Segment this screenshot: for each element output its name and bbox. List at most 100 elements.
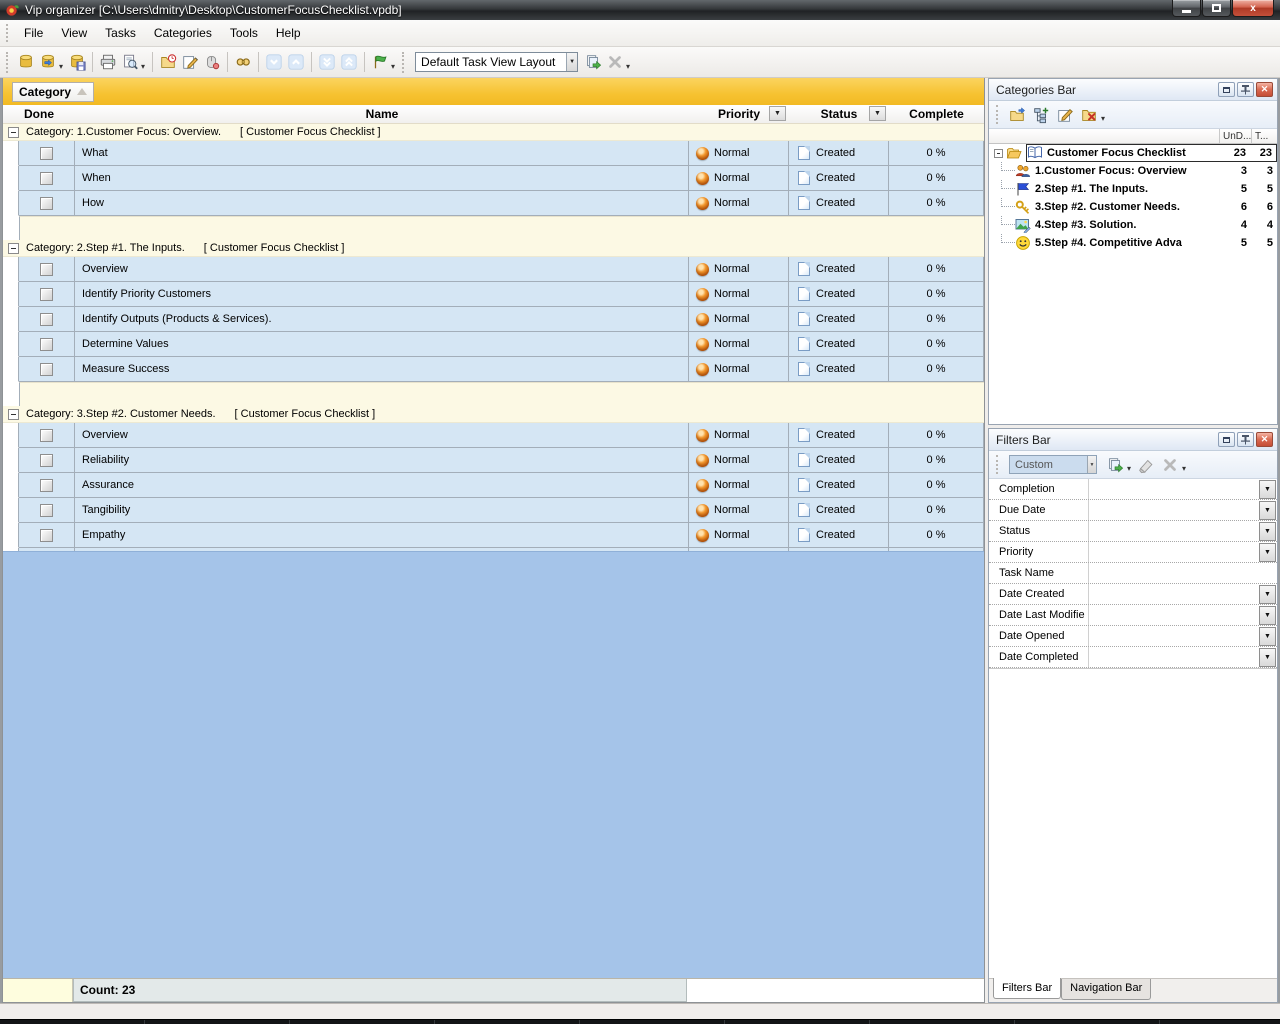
tab-navigation-bar[interactable]: Navigation Bar — [1061, 979, 1151, 1000]
task-row[interactable]: Overview Normal Created 0 % — [3, 257, 984, 282]
edit-task-icon[interactable] — [179, 51, 201, 73]
collapse-icon[interactable] — [8, 243, 19, 254]
filters-close-button[interactable]: ✕ — [1256, 432, 1273, 447]
filter-value-field[interactable] — [1089, 563, 1259, 583]
task-row[interactable]: Reliability Normal Created 0 % — [3, 448, 984, 473]
task-row[interactable]: Measure Success Normal Created 0 % — [3, 357, 984, 382]
save-filter-icon[interactable] — [1103, 454, 1127, 476]
task-done-checkbox[interactable] — [40, 454, 53, 467]
collapse-icon[interactable] — [8, 127, 19, 138]
filter-value-field[interactable] — [1089, 626, 1259, 646]
menu-help[interactable]: Help — [267, 22, 310, 44]
maximize-button[interactable] — [1202, 0, 1231, 17]
filter-value-field[interactable] — [1089, 647, 1259, 667]
save-database-icon[interactable] — [66, 51, 88, 73]
tree-category-item[interactable]: 2.Step #1. The Inputs. 5 5 — [989, 180, 1277, 198]
delete-layout-icon[interactable] — [604, 51, 626, 73]
filter-preset-combo[interactable]: Custom ▼ — [1009, 455, 1097, 474]
group-header[interactable]: Category: 1.Customer Focus: Overview. [ … — [3, 124, 984, 141]
menu-view[interactable]: View — [52, 22, 96, 44]
priority-filter-dropdown[interactable]: ▼ — [769, 106, 786, 121]
task-row[interactable]: Tangibility Normal Created 0 % — [3, 498, 984, 523]
filter-value-field[interactable] — [1089, 605, 1259, 625]
tree-category-item[interactable]: 5.Step #4. Competitive Adva 5 5 — [989, 234, 1277, 252]
move-top-icon[interactable] — [338, 51, 360, 73]
filter-dropdown-button[interactable]: ▼ — [1259, 480, 1276, 499]
column-header-status[interactable]: Status▼ — [789, 105, 889, 123]
tree-category-item[interactable]: 1.Customer Focus: Overview 3 3 — [989, 162, 1277, 180]
filters-restore-button[interactable] — [1218, 432, 1235, 447]
save-filter-icon-dropdown[interactable]: ▾ — [1127, 464, 1131, 473]
filter-dropdown-button[interactable]: ▼ — [1259, 585, 1276, 604]
save-layout-icon[interactable] — [582, 51, 604, 73]
complete-task-icon-dropdown[interactable]: ▾ — [391, 62, 395, 71]
new-task-icon[interactable] — [157, 51, 179, 73]
task-done-checkbox[interactable] — [40, 288, 53, 301]
column-header-name[interactable]: Name — [75, 105, 689, 123]
add-subcategory-icon[interactable] — [1029, 104, 1053, 126]
task-row[interactable]: When Normal Created 0 % — [3, 166, 984, 191]
delete-filter-icon-dropdown[interactable]: ▾ — [1182, 464, 1186, 473]
complete-task-icon[interactable] — [369, 51, 391, 73]
column-header-done[interactable]: Done — [3, 105, 75, 123]
status-filter-dropdown[interactable]: ▼ — [869, 106, 886, 121]
task-done-checkbox[interactable] — [40, 338, 53, 351]
filter-dropdown-button[interactable]: ▼ — [1259, 627, 1276, 646]
menu-tasks[interactable]: Tasks — [96, 22, 145, 44]
open-database-icon-dropdown[interactable]: ▾ — [59, 62, 63, 71]
categories-restore-button[interactable] — [1218, 82, 1235, 97]
group-header[interactable]: Category: 2.Step #1. The Inputs. [ Custo… — [3, 240, 984, 257]
task-row[interactable]: Overview Normal Created 0 % — [3, 423, 984, 448]
clear-filter-icon[interactable] — [1134, 454, 1158, 476]
minimize-button[interactable] — [1172, 0, 1201, 17]
tree-category-item[interactable]: 4.Step #3. Solution. 4 4 — [989, 216, 1277, 234]
task-row[interactable]: Determine Values Normal Created 0 % — [3, 332, 984, 357]
task-row[interactable]: Assurance Normal Created 0 % — [3, 473, 984, 498]
close-button[interactable]: x — [1232, 0, 1274, 17]
delete-task-icon[interactable] — [201, 51, 223, 73]
tree-category-item[interactable]: 3.Step #2. Customer Needs. 6 6 — [989, 198, 1277, 216]
print-preview-icon[interactable] — [119, 51, 141, 73]
tree-column-undone[interactable]: UnD... — [1219, 129, 1251, 143]
task-done-checkbox[interactable] — [40, 429, 53, 442]
task-done-checkbox[interactable] — [40, 479, 53, 492]
categories-close-button[interactable]: ✕ — [1256, 82, 1273, 97]
filters-pin-icon[interactable] — [1237, 432, 1254, 447]
task-row[interactable]: What Normal Created 0 % — [3, 141, 984, 166]
group-by-category-button[interactable]: Category — [12, 82, 94, 102]
print-icon[interactable] — [97, 51, 119, 73]
task-done-checkbox[interactable] — [40, 504, 53, 517]
delete-layout-icon-dropdown[interactable]: ▾ — [626, 62, 630, 71]
delete-category-icon[interactable] — [1077, 104, 1101, 126]
filter-value-field[interactable] — [1089, 584, 1259, 604]
task-row[interactable]: Empathy Normal Created 0 % — [3, 523, 984, 548]
group-header[interactable]: Category: 3.Step #2. Customer Needs. [ C… — [3, 406, 984, 423]
filter-value-field[interactable] — [1089, 521, 1259, 541]
open-database-icon[interactable] — [37, 51, 59, 73]
windows-taskbar[interactable] — [0, 1019, 1280, 1024]
tab-filters-bar[interactable]: Filters Bar — [993, 978, 1061, 999]
move-down-icon[interactable] — [263, 51, 285, 73]
column-header-priority[interactable]: Priority▼ — [689, 105, 789, 123]
filter-preset-dropdown-icon[interactable]: ▼ — [1087, 456, 1096, 473]
print-preview-icon-dropdown[interactable]: ▾ — [141, 62, 145, 71]
task-done-checkbox[interactable] — [40, 363, 53, 376]
categories-pin-icon[interactable] — [1237, 82, 1254, 97]
task-done-checkbox[interactable] — [40, 263, 53, 276]
new-database-icon[interactable] — [15, 51, 37, 73]
filter-dropdown-button[interactable]: ▼ — [1259, 648, 1276, 667]
task-row[interactable]: Identify Priority Customers Normal Creat… — [3, 282, 984, 307]
delete-filter-icon[interactable] — [1158, 454, 1182, 476]
filter-value-field[interactable] — [1089, 542, 1259, 562]
menu-tools[interactable]: Tools — [221, 22, 267, 44]
tree-column-total[interactable]: T... — [1251, 129, 1277, 143]
search-icon[interactable] — [232, 51, 254, 73]
filter-value-field[interactable] — [1089, 479, 1259, 499]
filter-dropdown-button[interactable]: ▼ — [1259, 522, 1276, 541]
task-done-checkbox[interactable] — [40, 147, 53, 160]
column-header-complete[interactable]: Complete — [889, 105, 984, 123]
task-done-checkbox[interactable] — [40, 197, 53, 210]
move-up-icon[interactable] — [285, 51, 307, 73]
filter-dropdown-button[interactable]: ▼ — [1259, 543, 1276, 562]
filter-value-field[interactable] — [1089, 500, 1259, 520]
